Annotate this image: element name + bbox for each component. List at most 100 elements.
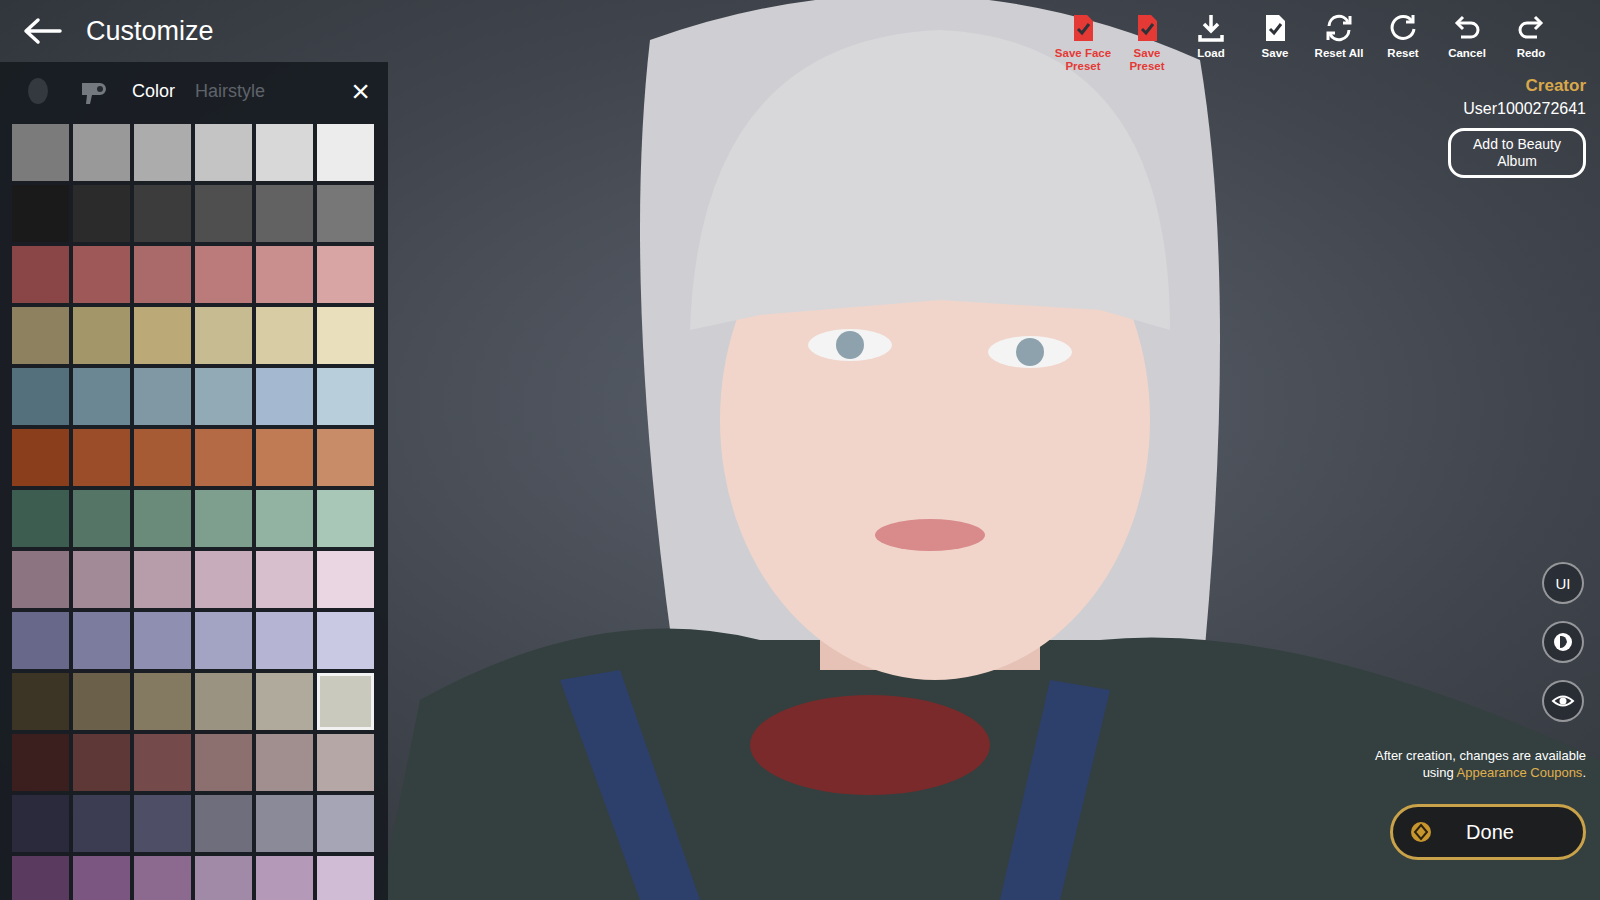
color-swatch[interactable] (256, 551, 313, 608)
color-swatch[interactable] (134, 429, 191, 486)
color-swatch[interactable] (256, 673, 313, 730)
color-swatch[interactable] (195, 612, 252, 669)
color-swatch[interactable] (195, 307, 252, 364)
color-swatch[interactable] (256, 368, 313, 425)
color-swatch[interactable] (12, 795, 69, 852)
color-swatch[interactable] (256, 795, 313, 852)
color-swatch[interactable] (195, 124, 252, 181)
panel-tab[interactable]: Hairstyle (193, 77, 267, 106)
top-bar: CustomizeSave Face PresetSave PresetLoad… (0, 0, 1600, 62)
right-column: CreatorUser1000272641Add to Beauty Album… (1300, 62, 1600, 900)
color-swatch[interactable] (317, 429, 374, 486)
color-swatch[interactable] (12, 856, 69, 900)
toolbar-button[interactable]: Save Preset (1116, 12, 1178, 73)
color-swatch[interactable] (317, 856, 374, 900)
color-swatch[interactable] (317, 307, 374, 364)
color-swatch[interactable] (317, 246, 374, 303)
color-swatch[interactable] (12, 368, 69, 425)
color-swatch[interactable] (134, 795, 191, 852)
color-swatch[interactable] (256, 307, 313, 364)
side-button[interactable] (1542, 621, 1584, 663)
toolbar-button[interactable]: Load (1180, 12, 1242, 73)
color-swatch[interactable] (12, 490, 69, 547)
color-swatch[interactable] (12, 673, 69, 730)
done-button[interactable]: Done (1390, 804, 1586, 860)
color-swatch[interactable] (134, 307, 191, 364)
color-swatch[interactable] (317, 185, 374, 242)
color-swatch[interactable] (134, 612, 191, 669)
color-swatch[interactable] (317, 551, 374, 608)
color-swatch[interactable] (12, 124, 69, 181)
color-swatch[interactable] (12, 246, 69, 303)
color-swatch[interactable] (256, 734, 313, 791)
color-swatch[interactable] (195, 246, 252, 303)
color-swatch[interactable] (12, 612, 69, 669)
color-swatch[interactable] (73, 795, 130, 852)
color-swatch[interactable] (256, 490, 313, 547)
color-swatch[interactable] (134, 185, 191, 242)
color-swatch[interactable] (73, 246, 130, 303)
color-swatch[interactable] (195, 856, 252, 900)
color-swatch[interactable] (256, 612, 313, 669)
color-swatch[interactable] (256, 185, 313, 242)
color-swatch[interactable] (195, 490, 252, 547)
toolbar-button[interactable]: Reset (1372, 12, 1434, 73)
color-swatch[interactable] (317, 673, 374, 730)
icon-tab[interactable] (74, 71, 114, 111)
color-swatch[interactable] (73, 307, 130, 364)
color-swatch[interactable] (195, 734, 252, 791)
color-swatch[interactable] (73, 429, 130, 486)
color-swatch[interactable] (73, 490, 130, 547)
back-arrow-icon[interactable] (22, 16, 62, 46)
color-swatch[interactable] (73, 368, 130, 425)
color-swatch[interactable] (317, 368, 374, 425)
color-swatch[interactable] (195, 673, 252, 730)
toolbar-button[interactable]: Reset All (1308, 12, 1370, 73)
color-swatch[interactable] (134, 673, 191, 730)
color-swatch[interactable] (134, 734, 191, 791)
icon-tab[interactable] (18, 71, 58, 111)
panel-tab[interactable]: Color (130, 77, 177, 106)
color-swatch[interactable] (73, 734, 130, 791)
toolbar-button[interactable]: Save (1244, 12, 1306, 73)
toolbar-button[interactable]: Save Face Preset (1052, 12, 1114, 73)
color-swatch[interactable] (317, 124, 374, 181)
color-swatch[interactable] (73, 551, 130, 608)
color-swatch[interactable] (195, 429, 252, 486)
color-swatch[interactable] (256, 856, 313, 900)
color-swatch[interactable] (134, 368, 191, 425)
color-swatch[interactable] (73, 856, 130, 900)
color-swatch[interactable] (73, 124, 130, 181)
color-swatch[interactable] (73, 185, 130, 242)
add-to-album-button[interactable]: Add to Beauty Album (1448, 128, 1586, 178)
color-swatch[interactable] (134, 490, 191, 547)
side-button[interactable]: UI (1542, 562, 1584, 604)
side-button[interactable] (1542, 680, 1584, 722)
color-swatch[interactable] (12, 307, 69, 364)
color-swatch[interactable] (12, 185, 69, 242)
color-swatch[interactable] (256, 429, 313, 486)
coupons-link[interactable]: Appearance Coupons (1457, 765, 1583, 780)
color-swatch[interactable] (195, 368, 252, 425)
color-swatch[interactable] (12, 429, 69, 486)
color-swatch[interactable] (317, 490, 374, 547)
toolbar-button[interactable]: Cancel (1436, 12, 1498, 73)
color-swatch[interactable] (317, 795, 374, 852)
color-swatch[interactable] (317, 734, 374, 791)
color-swatch[interactable] (134, 246, 191, 303)
color-swatch[interactable] (134, 856, 191, 900)
color-swatch[interactable] (256, 246, 313, 303)
color-swatch[interactable] (134, 551, 191, 608)
color-swatch[interactable] (317, 612, 374, 669)
color-swatch[interactable] (12, 734, 69, 791)
color-swatch[interactable] (134, 124, 191, 181)
color-swatch[interactable] (195, 185, 252, 242)
close-button[interactable]: × (351, 75, 370, 107)
color-swatch[interactable] (256, 124, 313, 181)
color-swatch[interactable] (73, 612, 130, 669)
color-swatch[interactable] (12, 551, 69, 608)
color-swatch[interactable] (195, 795, 252, 852)
color-swatch[interactable] (195, 551, 252, 608)
toolbar-button[interactable]: Redo (1500, 12, 1562, 73)
color-swatch[interactable] (73, 673, 130, 730)
